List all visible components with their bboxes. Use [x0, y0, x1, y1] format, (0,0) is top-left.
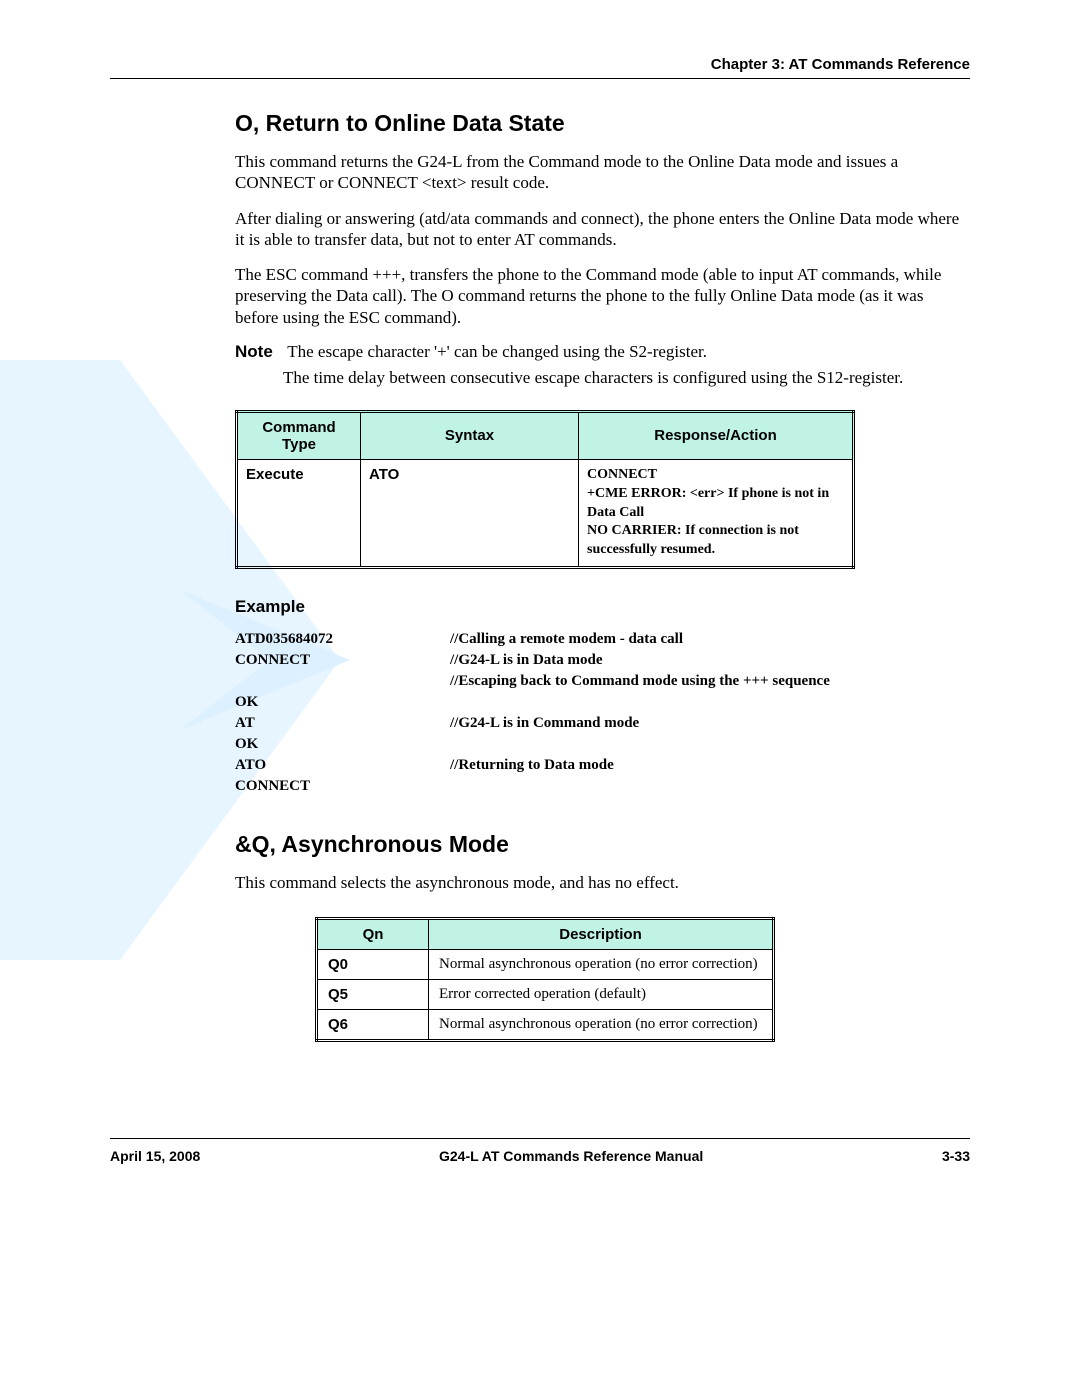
- cmd-th-syntax: Syntax: [361, 411, 579, 459]
- example-row: //Escaping back to Command mode using th…: [235, 671, 830, 692]
- ex-c1: AT: [235, 713, 450, 734]
- running-head: Chapter 3: AT Commands Reference: [711, 56, 970, 73]
- example-row: CONNECT: [235, 776, 830, 797]
- cmd-syntax-text: ATO: [369, 466, 399, 483]
- qn-q6: Q6: [317, 1010, 429, 1041]
- ex-c1: CONNECT: [235, 650, 450, 671]
- qn-d5: Error corrected operation (default): [429, 980, 774, 1010]
- footer-date: April 15, 2008: [110, 1148, 200, 1164]
- footer: April 15, 2008 G24-L AT Commands Referen…: [110, 1148, 970, 1164]
- cmd-response-cell: CONNECT +CME ERROR: <err> If phone is no…: [579, 459, 854, 567]
- note-label: Note: [235, 342, 283, 362]
- header-rule: [110, 78, 970, 79]
- ex-c2: [450, 734, 830, 755]
- resp-line1: CONNECT: [587, 466, 844, 485]
- qn-th-desc: Description: [429, 919, 774, 950]
- example-row: ATD035684072//Calling a remote modem - d…: [235, 629, 830, 650]
- cmd-execute-cell: Execute: [237, 459, 361, 567]
- qn-d6: Normal asynchronous operation (no error …: [429, 1010, 774, 1041]
- cmd-syntax-cell: ATO: [361, 459, 579, 567]
- note-line2: The time delay between consecutive escap…: [283, 368, 943, 388]
- resp-line3: NO CARRIER: If connection is not success…: [587, 522, 844, 560]
- ex-c2: //Escaping back to Command mode using th…: [450, 671, 830, 692]
- table-row: Q6 Normal asynchronous operation (no err…: [317, 1010, 774, 1041]
- example-row: CONNECT//G24-L is in Data mode: [235, 650, 830, 671]
- note-block: Note The escape character '+' can be cha…: [235, 342, 970, 388]
- section2-p1: This command selects the asynchronous mo…: [235, 872, 970, 893]
- command-table: Command Type Syntax Response/Action Exec…: [235, 410, 855, 569]
- ex-c2: //G24-L is in Data mode: [450, 650, 830, 671]
- footer-page: 3-33: [942, 1148, 970, 1164]
- table-row: Q0 Normal asynchronous operation (no err…: [317, 950, 774, 980]
- section2-title: &Q, Asynchronous Mode: [235, 831, 970, 858]
- footer-rule: [110, 1138, 970, 1139]
- example-heading: Example: [235, 597, 970, 617]
- qn-table: Qn Description Q0 Normal asynchronous op…: [315, 917, 775, 1042]
- section1-title: O, Return to Online Data State: [235, 110, 970, 137]
- section1-p1: This command returns the G24-L from the …: [235, 151, 970, 194]
- section1-p2: After dialing or answering (atd/ata comm…: [235, 208, 970, 251]
- cmd-th-response: Response/Action: [579, 411, 854, 459]
- qn-q0: Q0: [317, 950, 429, 980]
- ex-c1: OK: [235, 692, 450, 713]
- ex-c2: //Calling a remote modem - data call: [450, 629, 830, 650]
- qn-d0: Normal asynchronous operation (no error …: [429, 950, 774, 980]
- resp-line2: +CME ERROR: <err> If phone is not in Dat…: [587, 485, 844, 523]
- ex-c2: [450, 692, 830, 713]
- ex-c2: //G24-L is in Command mode: [450, 713, 830, 734]
- cmd-th-type: Command Type: [237, 411, 361, 459]
- table-row: Execute ATO CONNECT +CME ERROR: <err> If…: [237, 459, 854, 567]
- ex-c2: [450, 776, 830, 797]
- example-row: ATO//Returning to Data mode: [235, 755, 830, 776]
- qn-q5: Q5: [317, 980, 429, 1010]
- ex-c1: CONNECT: [235, 776, 450, 797]
- qn-th-qn: Qn: [317, 919, 429, 950]
- example-table: ATD035684072//Calling a remote modem - d…: [235, 629, 830, 797]
- example-row: AT//G24-L is in Command mode: [235, 713, 830, 734]
- example-row: OK: [235, 734, 830, 755]
- footer-title: G24-L AT Commands Reference Manual: [200, 1148, 942, 1164]
- ex-c1: ATD035684072: [235, 629, 450, 650]
- section1-p3: The ESC command +++, transfers the phone…: [235, 264, 970, 328]
- note-line1: The escape character '+' can be changed …: [287, 342, 947, 362]
- ex-c1: [235, 671, 450, 692]
- ex-c1: OK: [235, 734, 450, 755]
- example-row: OK: [235, 692, 830, 713]
- ex-c1: ATO: [235, 755, 450, 776]
- table-row: Q5 Error corrected operation (default): [317, 980, 774, 1010]
- ex-c2: //Returning to Data mode: [450, 755, 830, 776]
